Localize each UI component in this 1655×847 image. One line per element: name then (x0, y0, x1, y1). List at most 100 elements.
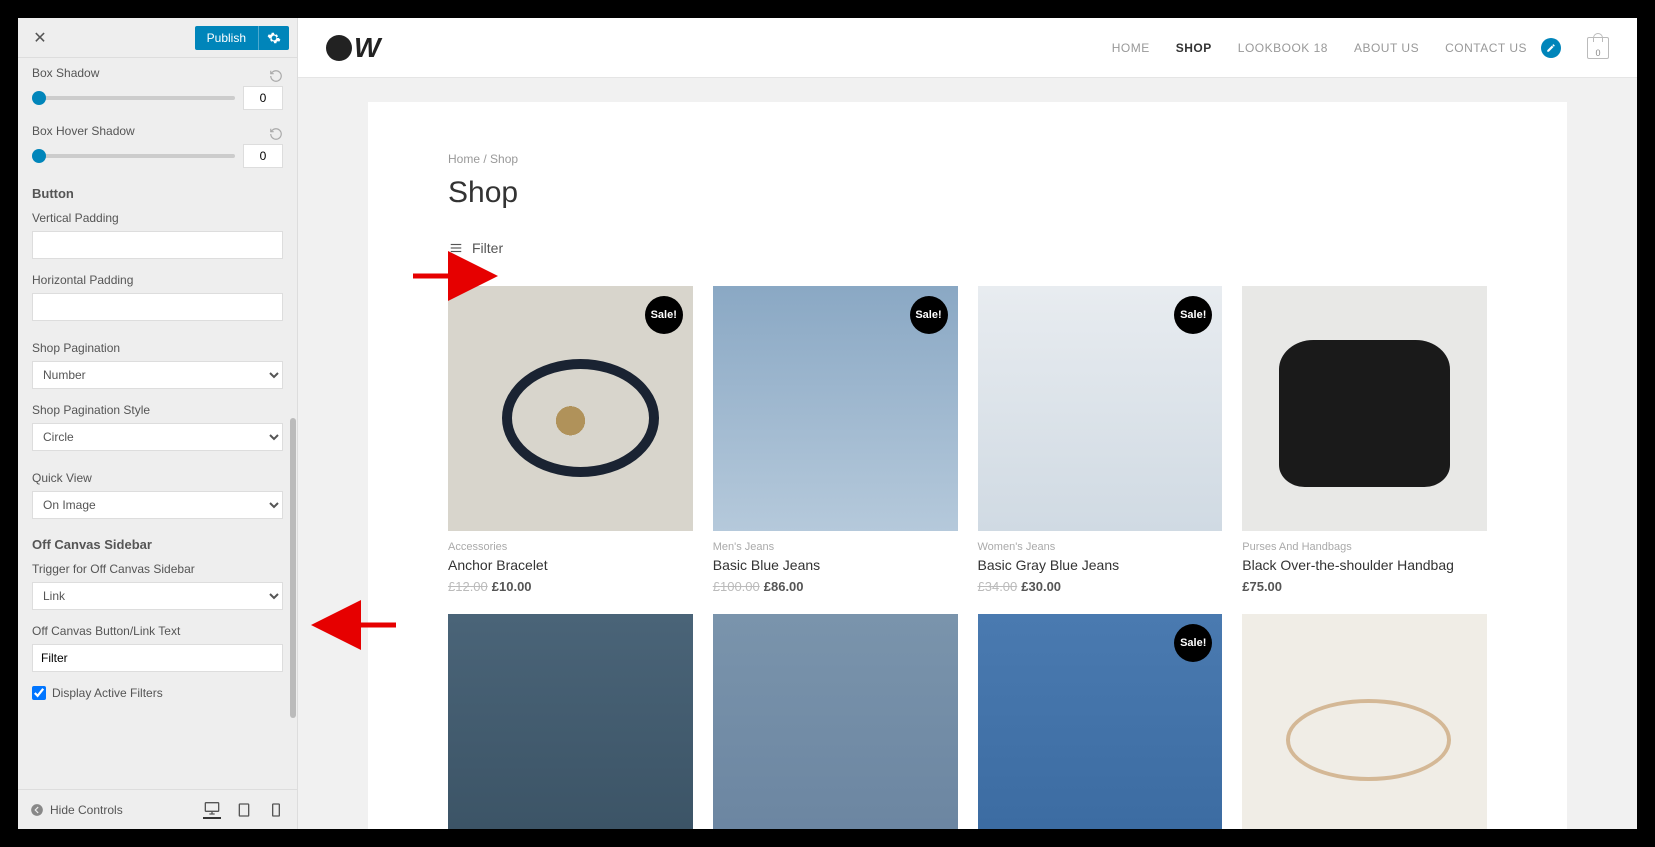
horizontal-padding-label: Horizontal Padding (32, 273, 283, 287)
nav-contact[interactable]: CONTACT US (1445, 41, 1527, 55)
box-shadow-label: Box Shadow (32, 66, 99, 80)
product-price: £100.00£86.00 (713, 579, 958, 594)
publish-button[interactable]: Publish (195, 26, 258, 50)
product-card[interactable] (713, 614, 958, 829)
hamburger-icon (448, 241, 464, 255)
product-category: Women's Jeans (978, 541, 1223, 553)
filter-toggle-link[interactable]: Filter (448, 240, 503, 256)
product-card[interactable]: Sale! Women's Jeans Basic Gray Blue Jeans £… (978, 286, 1223, 594)
nav-home[interactable]: HOME (1112, 41, 1150, 55)
product-card[interactable]: Sale! Accessories Anchor Bracelet £12.00£10… (448, 286, 693, 594)
preview-pane: W HOME SHOP LOOKBOOK 18 ABOUT US CONTACT… (298, 18, 1637, 829)
product-card[interactable] (1242, 614, 1487, 829)
product-image[interactable] (448, 614, 693, 829)
box-hover-shadow-slider[interactable] (32, 154, 235, 158)
quick-view-label: Quick View (32, 471, 283, 485)
scrollbar-thumb[interactable] (290, 418, 296, 718)
horizontal-padding-input[interactable] (32, 293, 283, 321)
box-hover-shadow-label: Box Hover Shadow (32, 124, 135, 138)
device-desktop[interactable] (203, 801, 221, 819)
device-switcher (203, 801, 285, 819)
product-category: Men's Jeans (713, 541, 958, 553)
nav-about[interactable]: ABOUT US (1354, 41, 1419, 55)
gear-icon (267, 31, 281, 45)
product-card[interactable]: Purses And Handbags Black Over-the-should… (1242, 286, 1487, 594)
cart-count: 0 (1595, 48, 1600, 58)
logo-text: W (354, 32, 377, 64)
product-price: £34.00£30.00 (978, 579, 1223, 594)
box-shadow-slider[interactable] (32, 96, 235, 100)
box-shadow-value[interactable] (243, 86, 283, 110)
filter-label: Filter (472, 240, 503, 256)
reset-icon[interactable] (269, 69, 283, 83)
mobile-icon (268, 802, 284, 818)
product-title[interactable]: Basic Gray Blue Jeans (978, 557, 1223, 573)
device-mobile[interactable] (267, 801, 285, 819)
chevron-left-icon (30, 803, 44, 817)
sale-badge: Sale! (910, 296, 948, 334)
breadcrumb-current: Shop (490, 152, 518, 166)
publish-settings-button[interactable] (258, 26, 289, 50)
shop-pagination-style-select[interactable]: Circle (32, 423, 283, 451)
customizer-panel: ✕ Publish Box Shadow (18, 18, 298, 829)
nav-shop[interactable]: SHOP (1176, 41, 1212, 55)
product-category: Accessories (448, 541, 693, 553)
nav-lookbook[interactable]: LOOKBOOK 18 (1238, 41, 1328, 55)
product-price: £12.00£10.00 (448, 579, 693, 594)
customizer-body: Box Shadow Box Hover Shadow Butt (18, 58, 297, 789)
page-title: Shop (448, 176, 1487, 210)
product-title[interactable]: Basic Blue Jeans (713, 557, 958, 573)
desktop-icon (204, 800, 220, 816)
content-card: Home / Shop Shop Filter Sale! Accessories… (368, 102, 1567, 829)
cart-button[interactable]: 0 (1587, 37, 1609, 59)
customizer-footer: Hide Controls (18, 789, 297, 829)
products-grid: Sale! Accessories Anchor Bracelet £12.00£10… (448, 286, 1487, 829)
trigger-label: Trigger for Off Canvas Sidebar (32, 562, 283, 576)
breadcrumb: Home / Shop (448, 152, 1487, 166)
close-button[interactable]: ✕ (26, 24, 54, 52)
vertical-padding-input[interactable] (32, 231, 283, 259)
logo-circle-icon (326, 35, 352, 61)
product-image[interactable]: Sale! (978, 286, 1223, 531)
sale-badge: Sale! (1174, 296, 1212, 334)
product-card[interactable]: Sale! (978, 614, 1223, 829)
product-card[interactable]: Sale! Men's Jeans Basic Blue Jeans £100.00£… (713, 286, 958, 594)
quick-view-select[interactable]: On Image (32, 491, 283, 519)
hide-controls-button[interactable]: Hide Controls (30, 803, 123, 817)
trigger-select[interactable]: Link (32, 582, 283, 610)
off-canvas-section-title: Off Canvas Sidebar (32, 537, 283, 552)
product-image[interactable] (1242, 614, 1487, 829)
reset-icon[interactable] (269, 127, 283, 141)
main-nav: HOME SHOP LOOKBOOK 18 ABOUT US CONTACT U… (1112, 37, 1609, 59)
shop-pagination-select[interactable]: Number (32, 361, 283, 389)
edit-shortcut-icon[interactable] (1541, 38, 1561, 58)
product-card[interactable] (448, 614, 693, 829)
link-text-input[interactable] (32, 644, 283, 672)
product-category: Purses And Handbags (1242, 541, 1487, 553)
customizer-header: ✕ Publish (18, 18, 297, 58)
product-price: £75.00 (1242, 579, 1487, 594)
site-logo[interactable]: W (326, 32, 377, 64)
breadcrumb-home[interactable]: Home (448, 152, 480, 166)
site-header: W HOME SHOP LOOKBOOK 18 ABOUT US CONTACT… (298, 18, 1637, 78)
shop-pagination-style-label: Shop Pagination Style (32, 403, 283, 417)
shop-pagination-label: Shop Pagination (32, 341, 283, 355)
hide-controls-label: Hide Controls (50, 803, 123, 817)
product-image[interactable] (713, 614, 958, 829)
box-hover-shadow-value[interactable] (243, 144, 283, 168)
display-active-filters-checkbox[interactable] (32, 686, 46, 700)
link-text-label: Off Canvas Button/Link Text (32, 624, 283, 638)
customizer-scrollbar[interactable] (290, 78, 296, 789)
device-tablet[interactable] (235, 801, 253, 819)
product-title[interactable]: Anchor Bracelet (448, 557, 693, 573)
product-title[interactable]: Black Over-the-shoulder Handbag (1242, 557, 1487, 573)
product-image[interactable]: Sale! (713, 286, 958, 531)
tablet-icon (236, 802, 252, 818)
product-image[interactable]: Sale! (978, 614, 1223, 829)
product-image[interactable] (1242, 286, 1487, 531)
button-section-title: Button (32, 186, 283, 201)
sale-badge: Sale! (1174, 624, 1212, 662)
sale-badge: Sale! (645, 296, 683, 334)
display-active-filters-row[interactable]: Display Active Filters (32, 686, 283, 700)
product-image[interactable]: Sale! (448, 286, 693, 531)
